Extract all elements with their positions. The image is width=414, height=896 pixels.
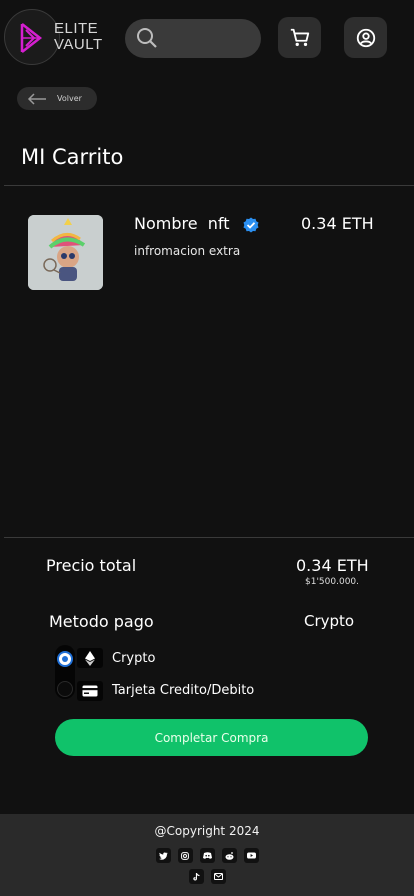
user-avatar-icon bbox=[356, 28, 375, 47]
profile-button[interactable] bbox=[344, 17, 387, 58]
radio-crypto[interactable] bbox=[57, 651, 73, 667]
twitter-icon[interactable] bbox=[155, 848, 171, 863]
nft-extra-info: infromacion extra bbox=[134, 244, 241, 258]
divider bbox=[4, 185, 414, 186]
ethereum-icon bbox=[77, 648, 103, 668]
search-input[interactable] bbox=[163, 19, 253, 58]
shopping-cart-icon bbox=[290, 28, 309, 46]
instagram-icon[interactable] bbox=[177, 848, 193, 863]
total-eth-amount: 0.34 ETH bbox=[296, 556, 369, 575]
copyright-text: @Copyright 2024 bbox=[154, 824, 260, 838]
total-fiat-amount: $1'500.000. bbox=[305, 577, 360, 587]
radio-card[interactable] bbox=[57, 681, 73, 697]
search-icon bbox=[137, 28, 157, 48]
total-label: Precio total bbox=[46, 556, 137, 575]
logo-emblem bbox=[4, 9, 60, 65]
page-title: MI Carrito bbox=[21, 145, 124, 169]
complete-purchase-button[interactable]: Completar Compra bbox=[55, 719, 368, 756]
option-crypto-label[interactable]: Crypto bbox=[112, 651, 155, 666]
social-links-row bbox=[0, 848, 414, 863]
payment-method-label: Metodo pago bbox=[49, 612, 154, 631]
tiktok-icon[interactable] bbox=[188, 869, 204, 884]
payment-method-value: Crypto bbox=[304, 612, 355, 630]
email-icon[interactable] bbox=[210, 869, 226, 884]
logo-e-icon bbox=[20, 23, 43, 53]
verified-badge-icon bbox=[243, 217, 259, 233]
social-links-row-2 bbox=[0, 869, 414, 884]
credit-card-icon bbox=[77, 681, 103, 701]
back-button[interactable]: Volver bbox=[17, 87, 97, 110]
back-label: Volver bbox=[57, 94, 82, 103]
footer: @Copyright 2024 bbox=[0, 814, 414, 896]
nft-character-image bbox=[28, 215, 103, 290]
logo-wordmark: ELITE VAULT bbox=[54, 20, 103, 53]
option-card-label[interactable]: Tarjeta Credito/Debito bbox=[112, 683, 254, 698]
nft-thumbnail[interactable] bbox=[28, 215, 103, 290]
arrow-left-icon bbox=[27, 92, 46, 105]
cart-button[interactable] bbox=[278, 17, 321, 58]
divider bbox=[4, 537, 414, 538]
search-bar[interactable] bbox=[125, 19, 261, 58]
reddit-icon[interactable] bbox=[221, 848, 237, 863]
nft-price: 0.34 ETH bbox=[301, 214, 374, 233]
youtube-icon[interactable] bbox=[243, 848, 259, 863]
elite-vault-logo[interactable]: ELITE VAULT bbox=[4, 9, 116, 65]
discord-icon[interactable] bbox=[199, 848, 215, 863]
nft-name[interactable]: Nombre nft bbox=[134, 214, 230, 233]
